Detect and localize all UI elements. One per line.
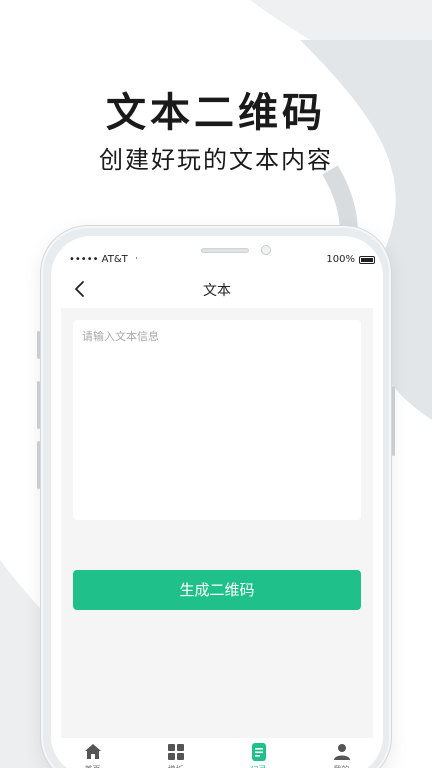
tab-label: 模板 (168, 764, 184, 768)
record-icon (251, 743, 266, 761)
content-area: 生成二维码 (61, 308, 373, 738)
promo-headline: 文本二维码 (106, 90, 326, 136)
phone-screen: ••••• AT&T ᐧ 100% 文本 生成二维码 首页 (51, 236, 383, 768)
grid-icon (167, 744, 184, 760)
phone-side-button (37, 331, 40, 359)
battery-icon (359, 255, 375, 264)
tab-records[interactable]: 记录 (217, 738, 300, 768)
user-icon (333, 744, 350, 760)
tab-bar: 首页 模板 记录 (51, 738, 383, 768)
promo-subhead: 创建好玩的文本内容 (99, 146, 333, 174)
tab-label: 记录 (251, 764, 267, 768)
nav-bar: 文本 (51, 272, 383, 308)
status-carrier: ••••• AT&T ᐧ (69, 254, 138, 265)
phone-side-button (37, 441, 40, 489)
home-icon (84, 744, 101, 759)
wifi-icon: ᐧ (134, 254, 138, 265)
tab-home[interactable]: 首页 (51, 738, 134, 768)
text-input[interactable] (73, 320, 361, 520)
tab-label: 我的 (334, 764, 350, 768)
phone-side-button (37, 381, 40, 429)
phone-frame: ••••• AT&T ᐧ 100% 文本 生成二维码 首页 (37, 225, 395, 768)
battery-percent: 100% (326, 254, 355, 265)
status-bar: ••••• AT&T ᐧ 100% (69, 254, 375, 270)
tab-label: 首页 (85, 764, 101, 768)
tab-templates[interactable]: 模板 (134, 738, 217, 768)
phone-side-button (392, 386, 395, 456)
carrier-label: ••••• AT&T (69, 254, 128, 265)
nav-title: 文本 (203, 283, 231, 299)
phone-speaker (201, 248, 249, 253)
generate-qr-button[interactable]: 生成二维码 (73, 570, 361, 610)
tab-profile[interactable]: 我的 (300, 738, 383, 768)
status-battery: 100% (326, 254, 375, 265)
